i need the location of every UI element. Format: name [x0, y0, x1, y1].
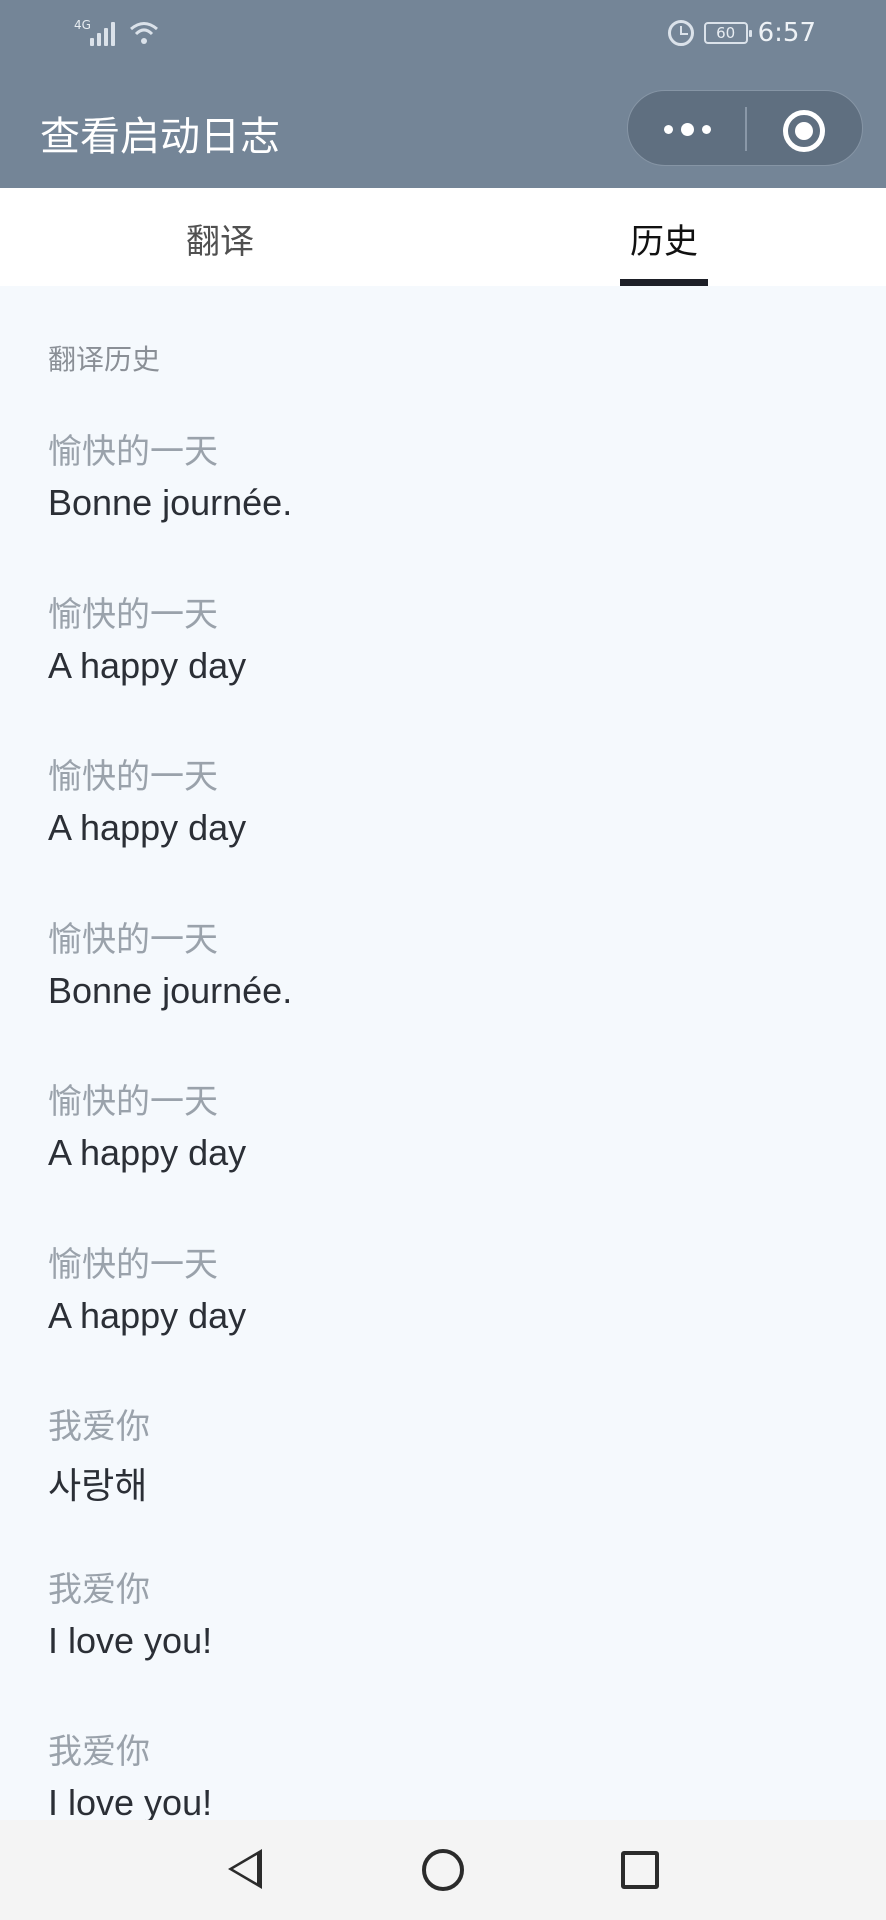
source-text: 愉快的一天: [48, 919, 218, 960]
status-time: 6:57: [757, 18, 816, 48]
translation-text: Bonne journée.: [48, 482, 293, 523]
list-item[interactable]: 我爱你 I love you!: [48, 1562, 848, 1725]
network-indicator: 4G: [74, 18, 159, 46]
signal-icon: [90, 20, 115, 46]
more-menu-button[interactable]: [628, 91, 746, 167]
source-text: 愉快的一天: [48, 594, 218, 635]
translation-text: A happy day: [48, 1294, 247, 1336]
recent-apps-icon[interactable]: [621, 1851, 659, 1889]
active-tab-indicator: [620, 279, 708, 286]
page-title: 查看启动日志: [40, 114, 280, 160]
list-item[interactable]: 愉快的一天 A happy day: [48, 749, 848, 912]
dot-icon: [663, 124, 673, 134]
close-mini-program-button[interactable]: [783, 110, 825, 152]
source-text: 我爱你: [48, 1407, 150, 1447]
history-content: 翻译历史 愉快的一天 Bonne journée. 愉快的一天 A happy …: [0, 286, 886, 1823]
system-navigation-bar: [0, 1820, 886, 1920]
list-item[interactable]: 愉快的一天 A happy day: [48, 1074, 848, 1237]
dot-icon: [701, 124, 711, 134]
capsule-divider: [745, 107, 747, 151]
mini-program-capsule: [627, 90, 863, 166]
tab-history[interactable]: 历史: [630, 214, 698, 263]
battery-icon: 60: [703, 22, 752, 44]
translation-text: Bonne journée.: [48, 969, 293, 1011]
list-item[interactable]: 愉快的一天 A happy day: [48, 587, 848, 750]
back-icon[interactable]: [228, 1849, 262, 1889]
home-icon[interactable]: [422, 1849, 464, 1891]
list-item[interactable]: 我爱你 사랑해: [48, 1399, 848, 1562]
section-label: 翻译历史: [48, 343, 161, 376]
wifi-icon: [129, 20, 159, 46]
tab-bar: 翻译 历史: [0, 188, 886, 286]
list-item[interactable]: 愉快的一天 Bonne journée.: [48, 424, 848, 587]
source-text: 愉快的一天: [48, 1082, 218, 1122]
status-bar: 4G 60 6:57: [0, 0, 886, 70]
translation-text: A happy day: [48, 807, 247, 848]
translation-text: A happy day: [48, 644, 247, 686]
translation-text: I love you!: [48, 1782, 213, 1823]
translation-text: A happy day: [48, 1132, 247, 1173]
source-text: 我爱你: [48, 1569, 150, 1610]
list-item[interactable]: 愉快的一天 A happy day: [48, 1237, 848, 1400]
translation-text: 사랑해: [48, 1465, 148, 1506]
battery-level: 60: [716, 24, 736, 42]
tab-translate[interactable]: 翻译: [186, 214, 254, 263]
source-text: 愉快的一天: [48, 757, 218, 797]
list-item[interactable]: 愉快的一天 Bonne journée.: [48, 912, 848, 1075]
history-list: 愉快的一天 Bonne journée. 愉快的一天 A happy day 愉…: [48, 424, 848, 1887]
source-text: 愉快的一天: [48, 1244, 218, 1285]
source-text: 我爱你: [48, 1732, 150, 1772]
source-text: 愉快的一天: [48, 432, 218, 472]
alarm-icon: [667, 20, 694, 46]
dot-icon: [680, 122, 694, 136]
network-type: 4G: [74, 18, 91, 32]
translation-text: I love you!: [48, 1619, 213, 1661]
top-bar: 4G 60 6:57 查看启动日志: [0, 0, 886, 188]
status-right: 60 6:57: [667, 18, 816, 48]
